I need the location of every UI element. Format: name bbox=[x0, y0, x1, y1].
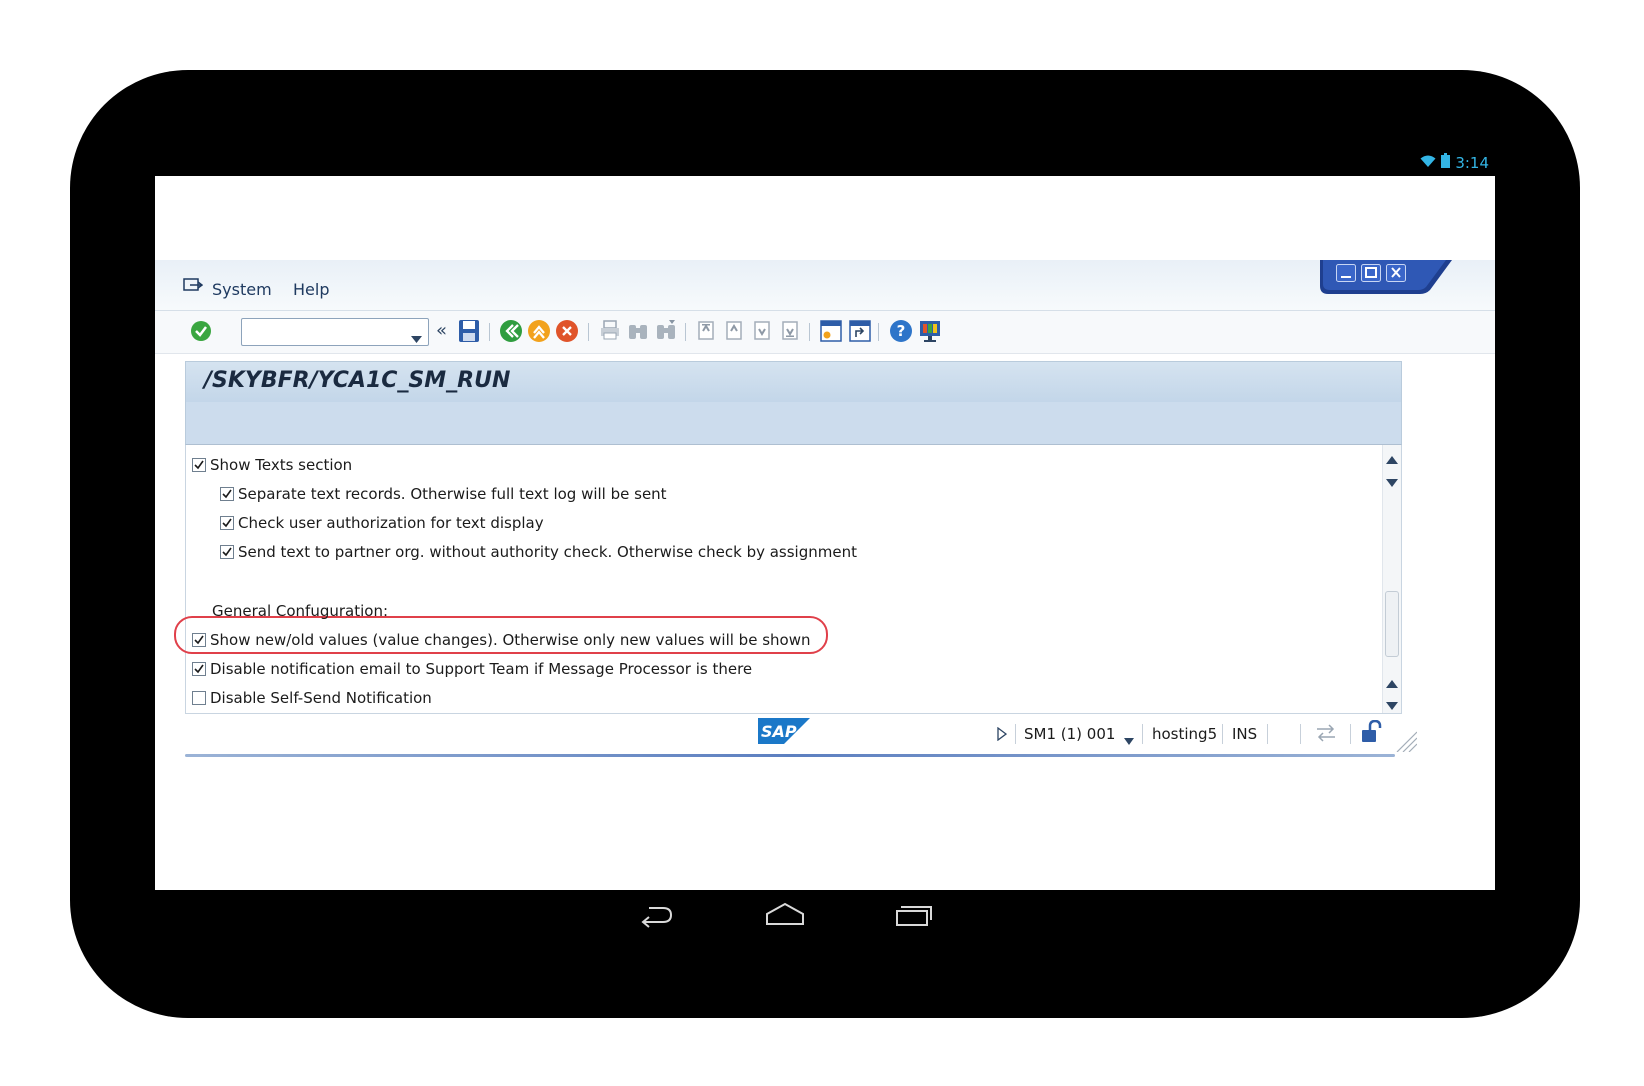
back-nav-icon[interactable] bbox=[639, 902, 675, 932]
minimize-icon[interactable] bbox=[1336, 264, 1356, 286]
sap-status-bar: SAP SM1 (1) 001 hosting5 INS bbox=[155, 714, 1495, 754]
status-expand-icon[interactable] bbox=[997, 726, 1008, 745]
option-row[interactable]: Check user authorization for text displa… bbox=[220, 514, 544, 532]
last-page-icon[interactable] bbox=[779, 319, 801, 345]
svg-text:SAP: SAP bbox=[761, 722, 797, 741]
scroll-up-icon[interactable] bbox=[1386, 449, 1398, 468]
system-info: SM1 (1) 001 bbox=[1024, 725, 1116, 743]
options-panel: Show Texts section Separate text records… bbox=[174, 445, 1402, 714]
sap-window: System Help « ? /SKYBFR/YCA1C_SM_RUN Sho… bbox=[155, 260, 1495, 782]
option-row[interactable]: Disable notification email to Support Te… bbox=[192, 660, 752, 678]
svg-text:?: ? bbox=[897, 322, 906, 340]
general-configuration-label: General Confuguration: bbox=[212, 602, 389, 620]
option-row[interactable]: Separate text records. Otherwise full te… bbox=[220, 485, 667, 503]
sap-logo: SAP bbox=[758, 718, 810, 748]
option-row[interactable]: Disable Self-Send Notification bbox=[192, 689, 432, 707]
option-label: Disable Self-Send Notification bbox=[210, 689, 432, 707]
maximize-icon[interactable] bbox=[1361, 264, 1381, 286]
scroll-thumb[interactable] bbox=[1385, 591, 1399, 657]
option-label: Disable notification email to Support Te… bbox=[210, 660, 753, 678]
wifi-icon bbox=[1420, 154, 1436, 172]
standard-toolbar: « ? bbox=[155, 311, 1495, 354]
option-row[interactable]: Show Texts section bbox=[192, 456, 352, 474]
first-page-icon[interactable] bbox=[695, 319, 717, 345]
exit-icon[interactable] bbox=[527, 319, 551, 347]
checkbox-checked[interactable] bbox=[220, 487, 234, 501]
battery-icon bbox=[1441, 153, 1451, 172]
customize-layout-icon[interactable] bbox=[918, 319, 942, 347]
insert-mode: INS bbox=[1232, 725, 1258, 743]
option-label: Separate text records. Otherwise full te… bbox=[238, 485, 667, 503]
page-title: /SKYBFR/YCA1C_SM_RUN bbox=[204, 368, 511, 393]
android-navigation-bar bbox=[155, 890, 1495, 940]
shortcut-icon[interactable] bbox=[848, 319, 872, 347]
menu-system[interactable]: System bbox=[212, 280, 272, 299]
lock-open-icon[interactable] bbox=[1361, 719, 1383, 748]
collapse-chevrons-icon[interactable]: « bbox=[436, 320, 447, 341]
resize-grip-icon[interactable] bbox=[1393, 728, 1418, 756]
option-label: Send text to partner org. without author… bbox=[238, 543, 857, 561]
recent-apps-nav-icon[interactable] bbox=[895, 902, 933, 932]
option-label: Show new/old values (value changes). Oth… bbox=[210, 631, 811, 649]
command-field[interactable] bbox=[241, 318, 429, 346]
enter-check-icon[interactable] bbox=[190, 320, 212, 346]
application-toolbar bbox=[185, 402, 1402, 445]
option-label: Check user authorization for text displa… bbox=[238, 514, 544, 532]
option-label: Show Texts section bbox=[210, 456, 353, 474]
back-icon[interactable] bbox=[499, 319, 523, 347]
command-input[interactable] bbox=[245, 320, 407, 344]
next-page-icon[interactable] bbox=[751, 319, 773, 345]
transfer-icon[interactable] bbox=[1315, 723, 1337, 747]
scroll-up-icon[interactable] bbox=[1386, 673, 1398, 692]
checkbox-unchecked[interactable] bbox=[192, 691, 206, 705]
home-nav-icon[interactable] bbox=[765, 902, 805, 932]
scroll-down-icon[interactable] bbox=[1386, 472, 1398, 491]
save-icon[interactable] bbox=[458, 319, 480, 347]
find-icon[interactable] bbox=[627, 319, 649, 345]
server-name: hosting5 bbox=[1152, 725, 1218, 743]
menu-bar: System Help bbox=[155, 260, 1495, 311]
chevron-down-icon[interactable] bbox=[411, 328, 422, 347]
section-label: General Confuguration: bbox=[212, 602, 388, 620]
window-bottom-border bbox=[185, 754, 1395, 757]
checkbox-checked[interactable] bbox=[220, 516, 234, 530]
clock-text: 3:14 bbox=[1455, 153, 1489, 172]
checkbox-checked[interactable] bbox=[192, 458, 206, 472]
window-controls bbox=[1320, 260, 1452, 294]
android-status-bar: 3:14 bbox=[155, 150, 1495, 176]
checkbox-checked[interactable] bbox=[192, 662, 206, 676]
cancel-icon[interactable] bbox=[555, 319, 579, 347]
menu-enter-icon[interactable] bbox=[183, 278, 204, 298]
checkbox-checked[interactable] bbox=[192, 633, 206, 647]
find-next-icon[interactable] bbox=[655, 319, 677, 345]
checkbox-checked[interactable] bbox=[220, 545, 234, 559]
print-icon[interactable] bbox=[599, 319, 621, 345]
close-icon[interactable] bbox=[1386, 264, 1406, 286]
new-session-icon[interactable] bbox=[819, 319, 843, 347]
chevron-down-icon[interactable] bbox=[1124, 730, 1134, 749]
scroll-down-icon[interactable] bbox=[1386, 695, 1398, 714]
help-icon[interactable]: ? bbox=[889, 319, 913, 347]
menu-help[interactable]: Help bbox=[293, 280, 329, 299]
tablet-screen: 3:14 System Help « ? /SKYBFR/YCA1C_SM_RU… bbox=[155, 150, 1495, 940]
vertical-scrollbar[interactable] bbox=[1382, 445, 1401, 713]
option-row[interactable]: Show new/old values (value changes). Oth… bbox=[192, 631, 810, 649]
screen-title-bar: /SKYBFR/YCA1C_SM_RUN bbox=[185, 361, 1402, 402]
option-row[interactable]: Send text to partner org. without author… bbox=[220, 543, 857, 561]
previous-page-icon[interactable] bbox=[723, 319, 745, 345]
